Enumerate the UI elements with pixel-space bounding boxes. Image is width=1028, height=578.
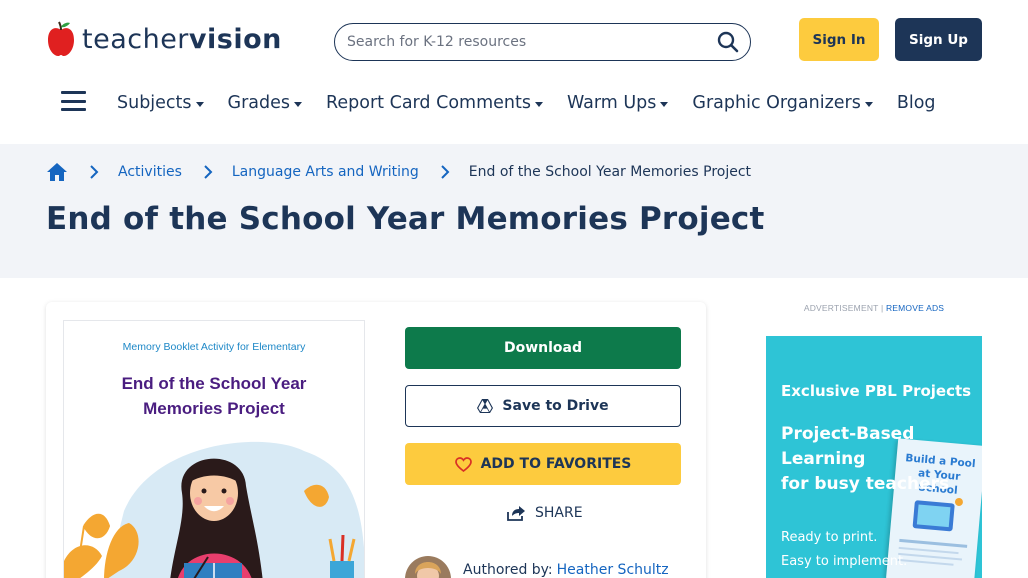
chevron-down-icon: [195, 101, 204, 107]
menu-bar: [61, 91, 86, 94]
nav-item-warm-ups[interactable]: Warm Ups: [566, 93, 669, 113]
chevron-down-icon: [534, 101, 543, 107]
chevron-down-icon: [294, 101, 303, 107]
share-label: SHARE: [535, 505, 583, 521]
add-to-favorites-button[interactable]: ADD TO FAVORITES: [405, 443, 681, 485]
nav-item-grades[interactable]: Grades: [227, 93, 303, 113]
advertisement[interactable]: Exclusive PBL Projects Build a Pool at Y…: [766, 336, 982, 578]
thumbnail-title: End of the School Year Memories Project: [64, 371, 364, 421]
share-button[interactable]: SHARE: [507, 501, 583, 525]
site-logo[interactable]: teachervision: [46, 20, 282, 58]
nav-label: Warm Ups: [566, 93, 657, 113]
ad-label-text: ADVERTISEMENT |: [803, 303, 884, 313]
thumbnail-title-line: End of the School Year: [121, 374, 307, 393]
logo-text-vision: vision: [188, 23, 282, 55]
menu-icon[interactable]: [61, 89, 86, 113]
nav-label: Graphic Organizers: [692, 93, 861, 113]
search-icon[interactable]: [716, 30, 740, 54]
ad-title-line: Project-Based: [781, 424, 915, 444]
save-to-drive-label: Save to Drive: [502, 398, 609, 414]
nav-label: Blog: [896, 93, 936, 113]
chevron-right-icon: [441, 165, 450, 179]
nav-label: Report Card Comments: [326, 93, 531, 113]
logo-text-teacher: teacher: [82, 23, 189, 55]
sign-up-button[interactable]: Sign Up: [895, 18, 982, 61]
chevron-right-icon: [90, 165, 99, 179]
ad-body-line: Ready to print.: [781, 530, 878, 545]
save-to-drive-button[interactable]: Save to Drive: [405, 385, 681, 427]
chevron-down-icon: [864, 101, 873, 107]
breadcrumb-language-arts[interactable]: Language Arts and Writing: [232, 164, 419, 180]
ad-label: ADVERTISEMENT | REMOVE ADS: [766, 303, 982, 313]
author-byline: Authored by: Heather Schultz: [405, 550, 669, 578]
share-icon: [507, 506, 525, 521]
author-label: Authored by:: [463, 562, 553, 578]
nav-item-blog[interactable]: Blog: [897, 93, 936, 113]
search-box: [334, 23, 751, 61]
ad-body: Ready to print. Easy to implement.: [781, 526, 907, 574]
chevron-down-icon: [660, 101, 669, 107]
author-avatar: [405, 556, 451, 578]
ad-headline: Exclusive PBL Projects: [781, 382, 972, 400]
author-name-link[interactable]: Heather Schultz: [557, 562, 669, 578]
apple-logo-icon: [48, 21, 74, 56]
main-nav: Subjects Grades Report Card Comments War…: [117, 88, 960, 118]
breadcrumb-activities[interactable]: Activities: [118, 164, 182, 180]
breadcrumb-current: End of the School Year Memories Project: [468, 164, 752, 180]
thumbnail-title-line: Memories Project: [143, 399, 285, 418]
logo-wordmark: teachervision: [82, 24, 282, 55]
menu-bar: [61, 108, 86, 111]
search-input[interactable]: [347, 34, 716, 50]
add-to-favorites-label: ADD TO FAVORITES: [480, 456, 632, 472]
download-button[interactable]: Download: [405, 327, 681, 369]
chevron-right-icon: [204, 165, 213, 179]
nav-item-report-card-comments[interactable]: Report Card Comments: [326, 93, 543, 113]
heart-icon: [454, 456, 472, 472]
ad-title-line: Learning: [781, 449, 866, 469]
ad-body-line: Easy to implement.: [781, 554, 908, 569]
ad-title-line: for busy teachers: [781, 474, 950, 494]
teacher-illustration: [64, 441, 364, 578]
nav-item-graphic-organizers[interactable]: Graphic Organizers: [692, 93, 873, 113]
nav-item-subjects[interactable]: Subjects: [117, 93, 204, 113]
ad-title: Project-Based Learning for busy teachers: [781, 422, 949, 497]
nav-label: Subjects: [117, 93, 192, 113]
home-icon[interactable]: [46, 161, 68, 183]
remove-ads-link[interactable]: REMOVE ADS: [886, 303, 944, 313]
menu-bar: [61, 99, 86, 103]
page-title: End of the School Year Memories Project: [46, 201, 765, 237]
thumbnail-subtitle: Memory Booklet Activity for Elementary: [122, 341, 306, 353]
breadcrumb: Activities Language Arts and Writing End…: [46, 158, 751, 186]
sign-in-button[interactable]: Sign In: [799, 18, 879, 61]
nav-label: Grades: [227, 93, 291, 113]
resource-thumbnail[interactable]: Memory Booklet Activity for Elementary E…: [63, 320, 365, 578]
google-drive-icon: [477, 399, 494, 413]
